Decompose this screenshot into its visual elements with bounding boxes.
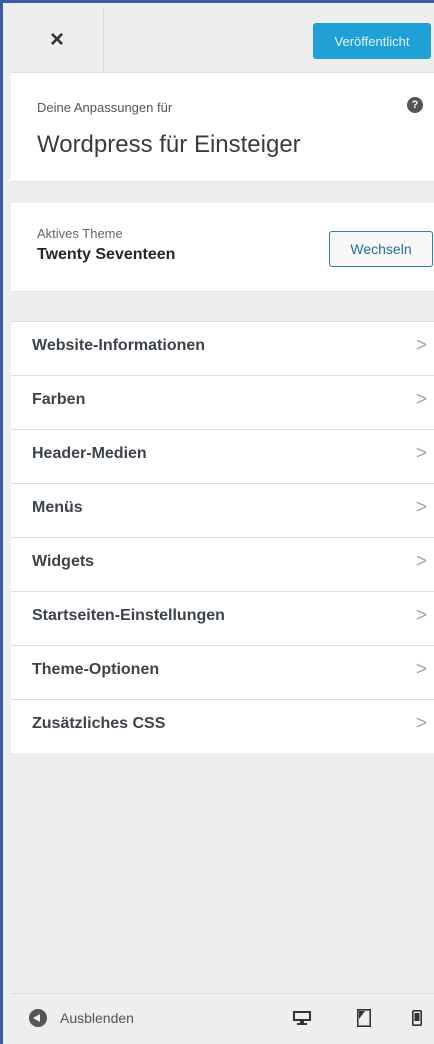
menu-item-header-medien[interactable]: Header-Medien > <box>11 429 434 483</box>
menu-item-label: Zusätzliches CSS <box>32 715 166 732</box>
tablet-icon[interactable] <box>357 1009 371 1027</box>
mobile-icon[interactable] <box>412 1010 422 1026</box>
menu-item-theme-optionen[interactable]: Theme-Optionen > <box>11 645 434 699</box>
customizer-panel: × Veröffentlicht Deine Anpassungen für W… <box>0 0 434 1044</box>
menu-item-label: Menüs <box>32 499 83 516</box>
menu-item-label: Farben <box>32 391 86 408</box>
customizer-header: × Veröffentlicht <box>11 8 434 73</box>
chevron-right-icon: > <box>415 335 427 356</box>
menu-item-menues[interactable]: Menüs > <box>11 483 434 537</box>
collapse-label: Ausblenden <box>60 1010 134 1026</box>
menu-item-label: Widgets <box>32 553 95 570</box>
menu-item-label: Theme-Optionen <box>32 661 160 678</box>
chevron-right-icon: > <box>415 713 427 734</box>
menu-item-startseiten-einstellungen[interactable]: Startseiten-Einstellungen > <box>11 591 434 645</box>
desktop-icon[interactable] <box>293 1011 311 1025</box>
active-theme-label: Aktives Theme <box>37 226 123 241</box>
chevron-right-icon: > <box>415 389 427 410</box>
active-theme-name: Twenty Seventeen <box>37 246 176 263</box>
menu-item-label: Startseiten-Einstellungen <box>32 607 225 624</box>
section-divider <box>11 291 434 322</box>
chevron-right-icon: > <box>415 551 427 572</box>
close-icon: × <box>49 26 64 53</box>
customizer-footer: Ausblenden <box>11 993 434 1044</box>
menu-item-label: Website-Informationen <box>32 337 206 354</box>
active-theme-section: Aktives Theme Twenty Seventeen Wechseln <box>11 203 434 291</box>
customizer-info: Deine Anpassungen für Wordpress für Eins… <box>11 73 434 181</box>
customizer-menu: Website-Informationen > Farben > Header-… <box>11 321 434 753</box>
switch-theme-button[interactable]: Wechseln <box>329 231 433 267</box>
menu-item-website-informationen[interactable]: Website-Informationen > <box>11 321 434 375</box>
menu-item-widgets[interactable]: Widgets > <box>11 537 434 591</box>
chevron-right-icon: > <box>415 605 427 626</box>
collapse-arrow-icon <box>29 1009 47 1027</box>
chevron-right-icon: > <box>415 443 427 464</box>
chevron-right-icon: > <box>415 659 427 680</box>
info-subtitle: Deine Anpassungen für <box>37 100 173 115</box>
menu-item-farben[interactable]: Farben > <box>11 375 434 429</box>
close-button[interactable]: × <box>11 8 104 72</box>
help-icon[interactable]: ? <box>407 97 423 113</box>
menu-item-label: Header-Medien <box>32 445 147 462</box>
chevron-right-icon: > <box>415 497 427 518</box>
section-divider <box>11 181 434 204</box>
site-title: Wordpress für Einsteiger <box>37 131 301 158</box>
collapse-button[interactable]: Ausblenden <box>29 1009 134 1027</box>
menu-item-zusaetzliches-css[interactable]: Zusätzliches CSS > <box>11 699 434 753</box>
publish-button[interactable]: Veröffentlicht <box>313 23 431 59</box>
